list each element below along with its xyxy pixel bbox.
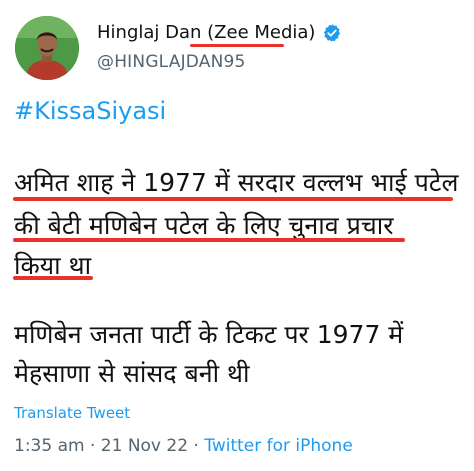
meta-separator: · — [89, 436, 96, 456]
tweet-text-line: मेहसाणा से सांसद बनी थी — [14, 359, 250, 388]
translate-tweet-link[interactable]: Translate Tweet — [14, 404, 130, 422]
highlight-underline — [13, 197, 453, 201]
tweet-meta: 1:35 am · 21 Nov 22 · Twitter for iPhone — [14, 436, 353, 456]
author-display-name[interactable]: Hinglaj Dan (Zee Media) — [97, 22, 315, 43]
author-display-name-row[interactable]: Hinglaj Dan (Zee Media) — [97, 22, 342, 43]
tweet-text-line: अमित शाह ने 1977 में सरदार वल्लभ भाई पटे… — [14, 168, 459, 197]
tweet-text-line: की बेटी मणिबेन पटेल के लिए चुनाव प्रचार — [14, 211, 394, 240]
author-handle[interactable]: @HINGLAJDAN95 — [97, 52, 246, 72]
verified-badge-icon — [324, 23, 341, 42]
tweet-time[interactable]: 1:35 am — [14, 436, 85, 456]
meta-separator: · — [193, 436, 199, 456]
highlight-underline-name — [190, 44, 284, 47]
avatar[interactable] — [15, 16, 79, 80]
hashtag-link[interactable]: #KissaSiyasi — [14, 97, 166, 125]
highlight-underline — [13, 276, 93, 280]
highlight-underline — [13, 238, 405, 242]
tweet-date[interactable]: 21 Nov 22 — [101, 436, 188, 456]
tweet-text-line: मणिबेन जनता पार्टी के टिकट पर 1977 में — [14, 320, 404, 349]
tweet-source-link[interactable]: Twitter for iPhone — [204, 436, 353, 456]
avatar-photo — [15, 16, 79, 80]
